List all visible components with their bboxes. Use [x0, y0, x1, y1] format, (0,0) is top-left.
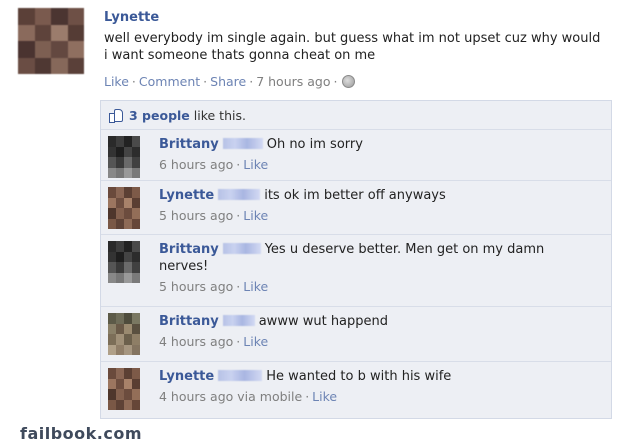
comment-via: via mobile: [237, 389, 303, 404]
comment-item: Lynette He wanted to b with his wife 4 ho…: [101, 362, 611, 418]
comment-item: Brittany Oh no im sorry 6 hours ago · Like: [101, 130, 611, 181]
comment-timestamp[interactable]: 4 hours ago: [159, 389, 233, 404]
separator: ·: [236, 279, 241, 294]
commenter-avatar[interactable]: [108, 313, 140, 355]
comment-timestamp[interactable]: 6 hours ago: [159, 157, 233, 172]
commenter-avatar[interactable]: [108, 241, 140, 283]
author-avatar[interactable]: [18, 8, 84, 74]
comment-item: Brittany awww wut happend 4 hours ago · Lik…: [101, 307, 611, 362]
redacted-surname: [222, 138, 263, 149]
separator: ·: [249, 74, 254, 89]
commenter-name[interactable]: Brittany: [159, 242, 219, 257]
failbook-watermark: failbook.com: [20, 424, 143, 443]
likes-row: 3 people like this.: [101, 101, 611, 130]
feedback-box: 3 people like this. Brittany Oh no im sor…: [100, 100, 612, 419]
commenter-avatar[interactable]: [108, 136, 140, 178]
comment-link[interactable]: Comment: [139, 74, 200, 89]
comment-meta: 5 hours ago · Like: [159, 207, 579, 224]
post-status-text: well everybody im single again. but gues…: [104, 31, 601, 63]
separator: ·: [236, 157, 241, 172]
comment-item: Lynette its ok im better off anyways 5 ho…: [101, 181, 611, 235]
redacted-surname: [218, 189, 261, 200]
comment-timestamp[interactable]: 4 hours ago: [159, 334, 233, 349]
comment-text: Oh no im sorry: [266, 137, 363, 152]
comment-like-link[interactable]: Like: [312, 389, 337, 404]
comment-meta: 6 hours ago · Like: [159, 156, 579, 173]
comment-body: Lynette its ok im better off anyways 5 ho…: [159, 187, 579, 224]
comment-like-link[interactable]: Like: [243, 208, 268, 223]
redacted-surname: [222, 315, 255, 326]
comment-meta: 4 hours ago via mobile · Like: [159, 388, 579, 405]
commenter-avatar[interactable]: [108, 368, 140, 410]
separator: ·: [236, 334, 241, 349]
separator: ·: [203, 74, 208, 89]
redacted-surname: [218, 370, 263, 381]
post-actions: Like · Comment · Share · 7 hours ago ·: [104, 74, 356, 89]
likes-suffix: like this.: [193, 107, 246, 123]
globe-icon[interactable]: [342, 75, 356, 88]
comment-text: He wanted to b with his wife: [266, 369, 452, 384]
comment-body: Brittany Oh no im sorry 6 hours ago · Like: [159, 136, 579, 173]
comment-meta: 5 hours ago · Like: [159, 278, 579, 295]
comment-body: Brittany awww wut happend 4 hours ago · Lik…: [159, 313, 579, 350]
comment-like-link[interactable]: Like: [243, 334, 268, 349]
separator: ·: [236, 208, 241, 223]
separator: ·: [131, 74, 136, 89]
like-link[interactable]: Like: [104, 74, 129, 89]
comment-timestamp[interactable]: 5 hours ago: [159, 279, 233, 294]
post-timestamp[interactable]: 7 hours ago: [256, 74, 330, 89]
comment-like-link[interactable]: Like: [243, 279, 268, 294]
comment-timestamp[interactable]: 5 hours ago: [159, 208, 233, 223]
commenter-name[interactable]: Brittany: [159, 137, 219, 152]
comment-text: awww wut happend: [258, 314, 389, 329]
commenter-name[interactable]: Lynette: [159, 369, 214, 384]
redacted-surname: [222, 243, 261, 254]
facebook-post: Lynette well everybody im single again. …: [0, 0, 640, 445]
commenter-name[interactable]: Brittany: [159, 314, 219, 329]
comment-body: Lynette He wanted to b with his wife 4 ho…: [159, 368, 579, 405]
share-link[interactable]: Share: [210, 74, 246, 89]
comment-body: Brittany Yes u deserve better. Men get on…: [159, 241, 579, 295]
separator: ·: [333, 74, 338, 89]
comment-item: Brittany Yes u deserve better. Men get on…: [101, 235, 611, 307]
post-author-name[interactable]: Lynette: [104, 10, 159, 25]
commenter-avatar[interactable]: [108, 187, 140, 229]
separator: ·: [305, 389, 310, 404]
comment-like-link[interactable]: Like: [243, 157, 268, 172]
comment-meta: 4 hours ago · Like: [159, 333, 579, 350]
likes-count-link[interactable]: 3 people: [129, 108, 190, 123]
commenter-name[interactable]: Lynette: [159, 188, 214, 203]
comment-text: its ok im better off anyways: [264, 188, 446, 203]
thumb-up-icon: [109, 108, 123, 123]
